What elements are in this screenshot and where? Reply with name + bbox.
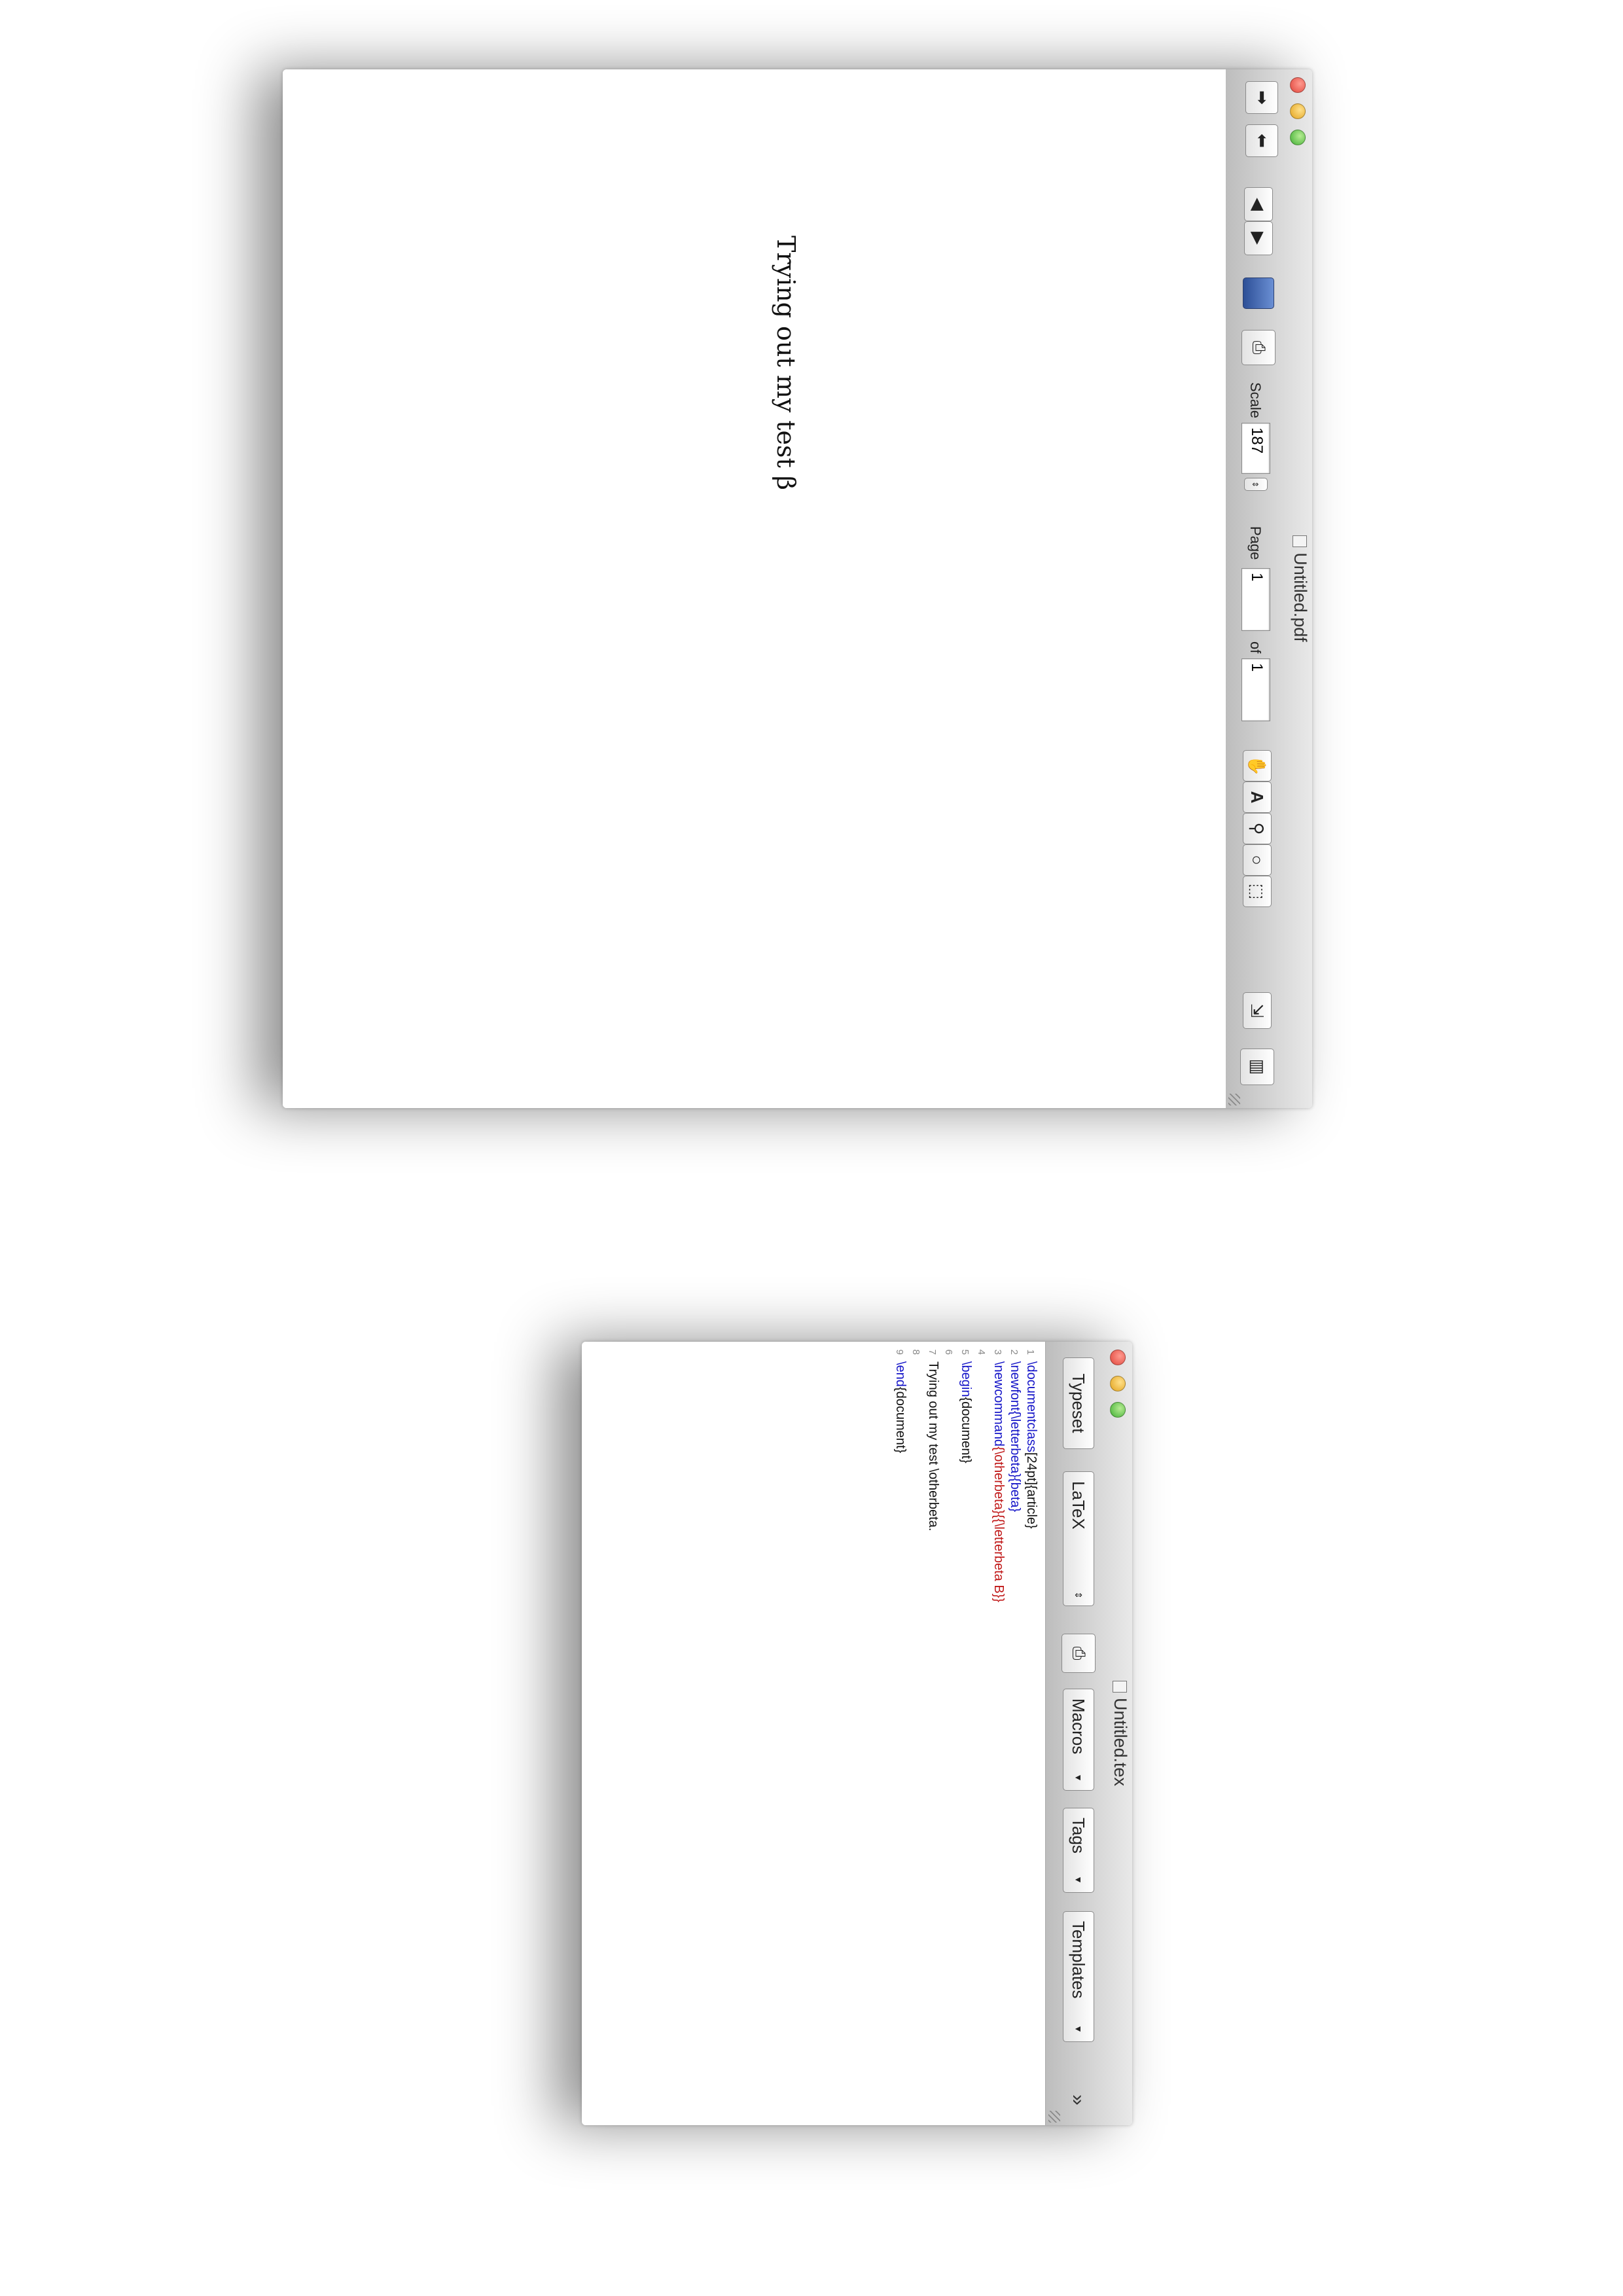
page-number-field[interactable]: 1 — [1241, 568, 1270, 631]
scale-label: Scale — [1247, 382, 1264, 419]
back-button[interactable]: ⬅ — [1245, 124, 1278, 157]
page-total-field: 1 — [1241, 658, 1270, 721]
pdf-document-icon — [1293, 535, 1307, 548]
split-view-icon[interactable]: ▥ — [1240, 1049, 1274, 1085]
macros-menu-button[interactable]: Macros ▼ — [1063, 1689, 1094, 1791]
engine-select[interactable]: LaTeX ⇕ — [1063, 1471, 1094, 1606]
pdf-page-text: Trying out my test β — [772, 236, 800, 490]
zoom-icon[interactable]: ○ — [1243, 844, 1272, 876]
stepper-icon: ⇕ — [1073, 1591, 1084, 1599]
templates-menu-button[interactable]: Templates ▼ — [1063, 1911, 1094, 2042]
source-line: 1\documentclass[24pt]{article} — [1024, 1349, 1039, 1529]
of-label: of — [1247, 641, 1264, 654]
forward-button[interactable]: ➡ — [1245, 81, 1278, 114]
resize-grip-icon[interactable] — [1048, 2111, 1060, 2123]
source-line: 6 — [943, 1349, 954, 1355]
print-icon[interactable]: ⎙ — [1061, 1634, 1096, 1673]
dropdown-arrow-icon: ▼ — [1073, 1875, 1084, 1884]
source-line: 7Trying out my test \otherbeta. — [926, 1349, 940, 1532]
typeset-button[interactable]: Typeset — [1063, 1357, 1094, 1449]
window-title: Untitled.pdf — [1290, 69, 1310, 1108]
source-line: 4 — [976, 1349, 987, 1355]
tex-toolbar: Untitled.tex Typeset LaTeX ⇕ ⎙ Macros ▼ Ta… — [1045, 1342, 1132, 2125]
page-label: Page — [1247, 526, 1264, 560]
resize-grip-icon[interactable] — [1228, 1094, 1240, 1105]
page-down-button[interactable]: ▶ — [1244, 221, 1273, 255]
scale-field[interactable]: 187 — [1241, 423, 1270, 474]
magnify-icon[interactable]: ⚲ — [1243, 813, 1272, 844]
select-rect-icon[interactable]: ⬚ — [1243, 876, 1272, 907]
pdf-page[interactable]: Trying out my test β — [283, 69, 1226, 1108]
source-line: 3\newcommand{\otherbeta}{{\letterbeta B}… — [991, 1349, 1006, 1603]
scale-stepper[interactable]: ⇕ — [1244, 478, 1268, 491]
source-line: 5\begin{document} — [959, 1349, 973, 1463]
source-line: 2\newfont{\letterbeta}{beta} — [1008, 1349, 1022, 1513]
toolbar-overflow-icon[interactable]: » — [1067, 2094, 1089, 2106]
tex-source-window: Untitled.tex Typeset LaTeX ⇕ ⎙ Macros ▼ Ta… — [582, 1342, 1132, 2125]
page-up-button[interactable]: ◀ — [1244, 187, 1273, 221]
tags-menu-button[interactable]: Tags ▼ — [1063, 1808, 1094, 1893]
goto-source-icon[interactable] — [1243, 278, 1274, 309]
sync-icon[interactable]: ⇲ — [1243, 992, 1272, 1029]
dropdown-arrow-icon: ▼ — [1073, 2024, 1084, 2034]
pdf-preview-window: Untitled.pdf ➡ ⬅ ◀ ▶ ⎙ Scale 187 ⇕ Page … — [283, 69, 1312, 1108]
hand-tool-icon[interactable]: ✋ — [1243, 750, 1272, 781]
text-select-icon[interactable]: A — [1243, 781, 1272, 813]
source-line: 8 — [910, 1349, 921, 1355]
pdf-toolbar: Untitled.pdf ➡ ⬅ ◀ ▶ ⎙ Scale 187 ⇕ Page … — [1225, 69, 1312, 1108]
source-editor[interactable]: 1\documentclass[24pt]{article} 2\newfont… — [582, 1342, 1046, 2125]
print-icon[interactable]: ⎙ — [1241, 330, 1275, 365]
source-line: 9\end{document} — [893, 1349, 908, 1454]
window-title: Untitled.tex — [1110, 1342, 1130, 2125]
dropdown-arrow-icon: ▼ — [1073, 1773, 1084, 1782]
tex-document-icon — [1113, 1680, 1127, 1693]
